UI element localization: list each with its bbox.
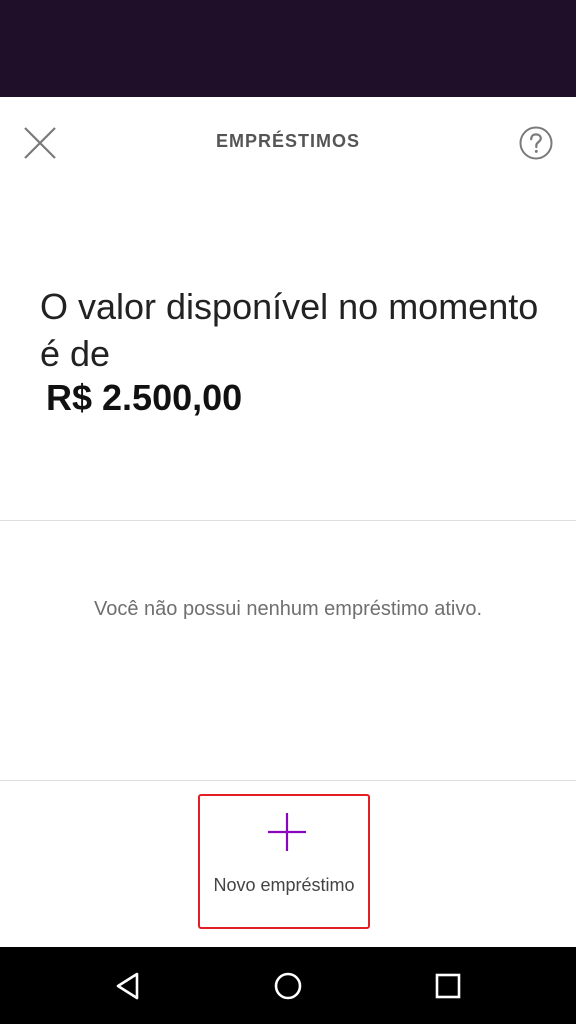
help-icon — [519, 126, 553, 160]
status-bar — [0, 0, 576, 97]
back-button[interactable] — [103, 961, 153, 1011]
available-amount-headline: O valor disponível no momento é de — [40, 286, 539, 374]
new-loan-button[interactable]: Novo empréstimo — [198, 794, 370, 929]
recents-icon — [435, 973, 461, 999]
page-title: EMPRÉSTIMOS — [215, 131, 360, 151]
new-loan-label: Novo empréstimo — [213, 875, 355, 895]
help-button[interactable] — [514, 121, 558, 165]
loans-sheet: EMPRÉSTIMOS O valor disponível no moment… — [0, 97, 576, 947]
available-amount-value: R$ 2.500,00 — [46, 377, 243, 418]
divider — [0, 520, 576, 521]
back-icon — [116, 972, 139, 1000]
header: EMPRÉSTIMOS — [0, 97, 576, 189]
recents-button[interactable] — [423, 961, 473, 1011]
divider — [0, 780, 576, 781]
empty-loans-message: Você não possui nenhum empréstimo ativo. — [94, 598, 482, 620]
home-button[interactable] — [263, 961, 313, 1011]
android-nav-bar — [0, 947, 576, 1024]
home-icon — [274, 972, 302, 1000]
plus-icon — [268, 813, 306, 851]
